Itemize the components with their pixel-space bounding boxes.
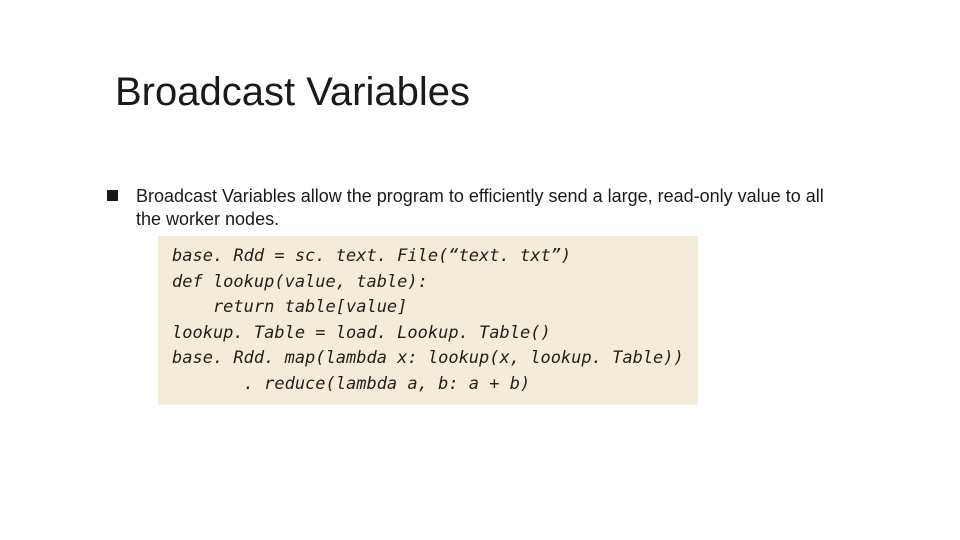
code-line: lookup. Table = load. Lookup. Table() [172, 321, 684, 347]
bullet-body: Broadcast Variables allow the program to… [136, 185, 850, 405]
slide: Broadcast Variables Broadcast Variables … [0, 0, 960, 540]
bullet-item: Broadcast Variables allow the program to… [107, 185, 850, 405]
code-block: base. Rdd = sc. text. File(“text. txt”) … [158, 236, 698, 405]
code-line: . reduce(lambda a, b: a + b) [172, 372, 684, 398]
square-bullet-icon [107, 190, 118, 201]
code-line: base. Rdd = sc. text. File(“text. txt”) [172, 244, 684, 270]
bullet-text: Broadcast Variables allow the program to… [136, 185, 850, 230]
code-line: return table[value] [172, 295, 684, 321]
slide-title: Broadcast Variables [115, 70, 850, 115]
code-line: def lookup(value, table): [172, 270, 684, 296]
code-line: base. Rdd. map(lambda x: lookup(x, looku… [172, 346, 684, 372]
